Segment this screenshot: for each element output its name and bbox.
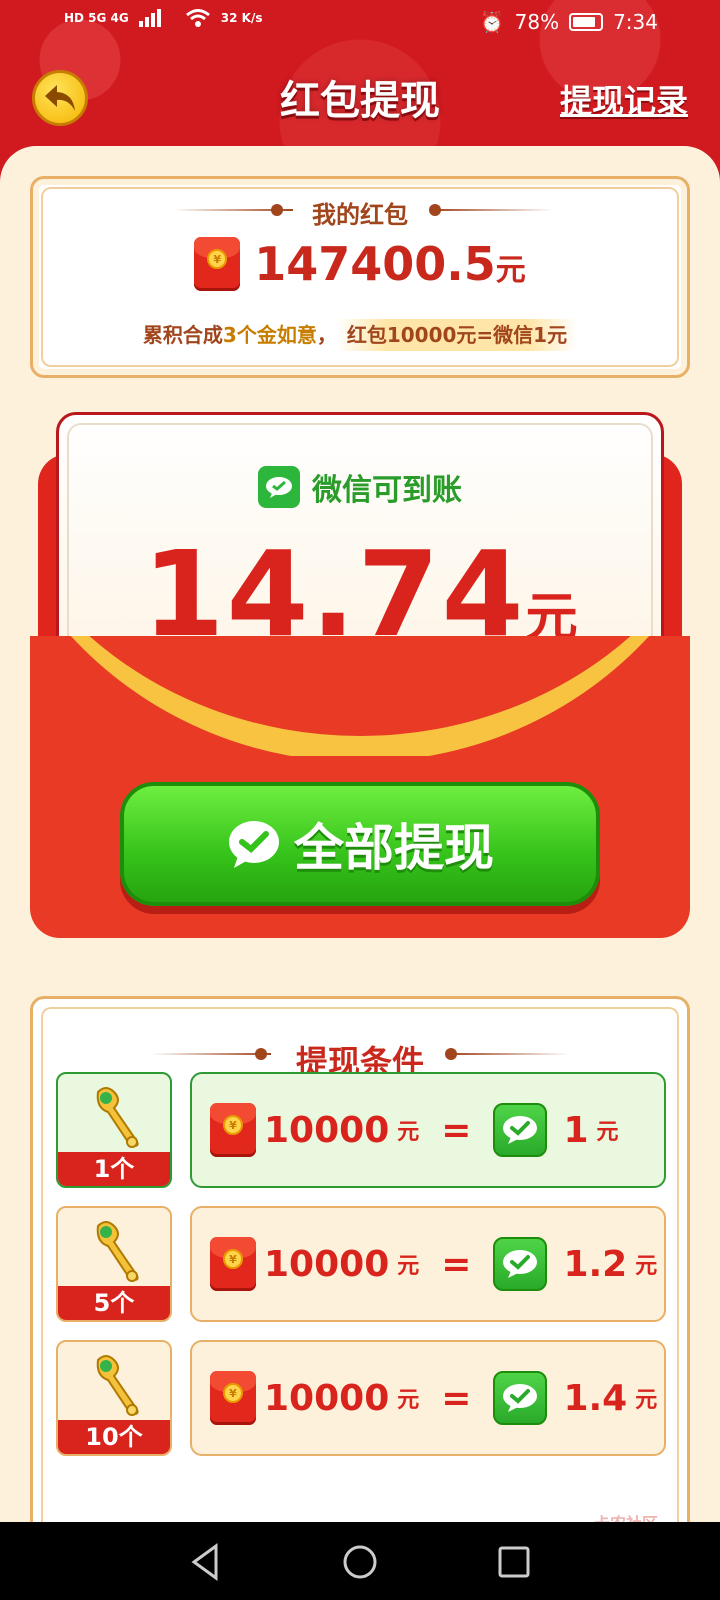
equals-sign: = (441, 1377, 472, 1419)
gold-ruyi-icon (96, 1221, 139, 1282)
packet-value: 10000 (264, 1243, 390, 1285)
red-packet-icon: ¥ (194, 237, 241, 291)
status-right: ⏰ 78% 7:34 (480, 10, 658, 34)
condition-row[interactable]: 1个 ¥ 10000 元 = 1 元 (56, 1072, 666, 1188)
withdraw-all-label: 全部提现 (294, 819, 494, 877)
clock: 7:34 (613, 10, 658, 34)
wechat-bubble-icon (229, 821, 279, 868)
ruyi-count: 5个 (58, 1286, 170, 1320)
ruyi-thumb[interactable]: 1个 (56, 1072, 172, 1188)
packet-value: 10000 (264, 1109, 390, 1151)
wechat-unit: 元 (635, 1388, 658, 1413)
wechat-arrival-label: 微信可到账 (312, 473, 462, 508)
wechat-value: 1 (563, 1109, 589, 1151)
system-nav-bar (0, 1522, 720, 1600)
nav-back-icon[interactable] (186, 1542, 226, 1582)
wechat-icon (493, 1371, 548, 1425)
packet-unit: 元 (397, 1254, 420, 1279)
wechat-arrival-tag: 微信可到账 (59, 465, 661, 509)
exchange-rate-box[interactable]: ¥ 10000 元 = 1 元 (190, 1072, 666, 1188)
wechat-value: 1.4 (563, 1377, 628, 1419)
condition-row[interactable]: 10个 ¥ 10000 元 = 1.4 元 (56, 1340, 666, 1456)
withdraw-records-link[interactable]: 提现记录 (560, 76, 688, 122)
wechat-icon (258, 466, 300, 508)
status-left: HD 5G 4G 32 K/s (64, 8, 262, 28)
equals-sign: = (441, 1109, 472, 1151)
gold-ruyi-icon (96, 1355, 139, 1416)
balance-row: ¥ 147400.5元 (33, 237, 687, 291)
wechat-unit: 元 (596, 1120, 619, 1145)
wechat-unit: 元 (635, 1254, 658, 1279)
ruyi-count: 1个 (58, 1152, 170, 1186)
red-packet-icon: ¥ (210, 1371, 256, 1425)
battery-percent: 78% (514, 10, 560, 34)
ruyi-count: 10个 (58, 1420, 170, 1454)
status-bar: HD 5G 4G 32 K/s ⏰ 78% 7:34 (0, 0, 720, 48)
red-packet-icon: ¥ (210, 1103, 256, 1157)
heading-line-right (433, 209, 553, 211)
gold-ruyi-icon (96, 1087, 139, 1148)
withdraw-all-button[interactable]: 全部提现 (120, 782, 600, 906)
rule-separator: ， (316, 323, 337, 347)
cond-heading-line-right (449, 1053, 569, 1055)
balance-amount: 147400.5元 (254, 237, 526, 291)
rule-prefix: 累积合成 (142, 323, 223, 347)
envelope-flap (30, 636, 690, 756)
packet-unit: 元 (397, 1120, 420, 1145)
exchange-rate-box[interactable]: ¥ 10000 元 = 1.4 元 (190, 1340, 666, 1456)
alarm-icon: ⏰ (479, 10, 505, 34)
network-indicator: HD 5G 4G (64, 11, 129, 25)
wechat-icon (493, 1103, 548, 1157)
network-speed: 32 K/s (220, 11, 263, 25)
red-packet-icon: ¥ (210, 1237, 256, 1291)
exchange-rule: 累积合成3个金如意， 红包10000元=微信1元 (33, 319, 687, 351)
exchange-rate-box[interactable]: ¥ 10000 元 = 1.2 元 (190, 1206, 666, 1322)
wechat-value: 1.2 (563, 1243, 628, 1285)
nav-home-icon[interactable] (340, 1542, 380, 1582)
ruyi-thumb[interactable]: 5个 (56, 1206, 172, 1322)
packet-value: 10000 (264, 1377, 390, 1419)
rule-rate: 红包10000元=微信1元 (336, 319, 578, 351)
condition-row[interactable]: 5个 ¥ 10000 元 = 1.2 元 (56, 1206, 666, 1322)
rule-gold: 3个金如意 (222, 323, 317, 347)
wechat-icon (493, 1237, 548, 1291)
my-packet-heading: 我的红包 (312, 201, 408, 229)
my-packet-card: 我的红包 ¥ 147400.5元 累积合成3个金如意， 红包10000元=微信1元 (30, 176, 690, 378)
wifi-icon (185, 9, 210, 27)
equals-sign: = (441, 1243, 472, 1285)
signal-icon (138, 9, 161, 27)
ruyi-thumb[interactable]: 10个 (56, 1340, 172, 1456)
packet-unit: 元 (397, 1388, 420, 1413)
nav-recents-icon[interactable] (494, 1542, 534, 1582)
battery-icon (569, 13, 604, 31)
